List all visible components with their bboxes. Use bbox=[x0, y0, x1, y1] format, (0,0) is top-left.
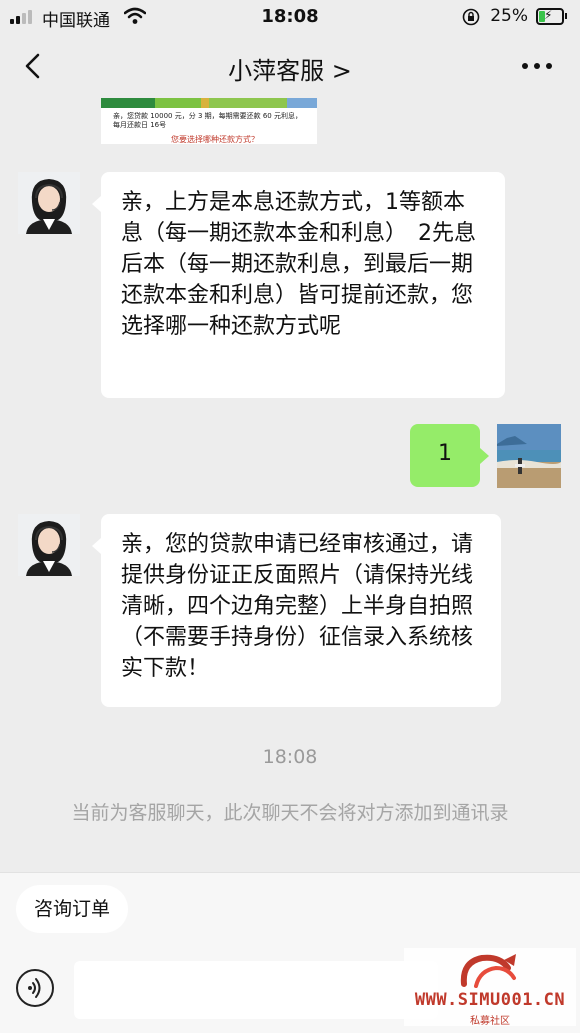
agent-avatar[interactable] bbox=[18, 514, 80, 576]
orientation-lock-icon bbox=[462, 8, 480, 26]
chat-title[interactable]: 小萍客服 > bbox=[0, 51, 580, 86]
battery-icon: ⚡ bbox=[536, 8, 567, 25]
message-bubble-self[interactable]: 1 bbox=[410, 424, 489, 487]
status-bar: 中国联通 18:08 25% ⚡ bbox=[0, 0, 580, 34]
watermark: WWW.SIMU001.CN 私募社区 bbox=[404, 948, 576, 1027]
chat-header: 小萍客服 > bbox=[0, 34, 580, 98]
watermark-logo-icon bbox=[460, 954, 516, 988]
chat-timestamp: 18:08 bbox=[262, 746, 318, 768]
image-question: 您要选择哪种还款方式？ bbox=[171, 135, 259, 144]
message-input[interactable] bbox=[74, 961, 438, 1019]
message-bubble-agent[interactable]: 亲，您的贷款申请已经审核通过，请提供身份证正反面照片（请保持光线清晰，四个边角完… bbox=[92, 514, 501, 707]
watermark-subtext: 私募社区 bbox=[470, 1016, 510, 1027]
voice-icon[interactable] bbox=[16, 969, 54, 1007]
agent-avatar-image bbox=[18, 172, 80, 234]
agent-avatar[interactable] bbox=[18, 172, 80, 234]
message-text: 1 bbox=[438, 441, 452, 466]
message-text: 亲，您的贷款申请已经审核通过，请提供身份证正反面照片（请保持光线清晰，四个边角完… bbox=[121, 532, 474, 681]
image-text: 亲，您贷款 10000 元，分 3 期，每期需要还款 60 元利息， 每月还款日… bbox=[113, 112, 302, 129]
watermark-text: WWW.SIMU001.CN bbox=[414, 990, 566, 1010]
quick-reply-chip[interactable]: 咨询订单 bbox=[16, 885, 129, 933]
message-bubble-agent[interactable]: 亲，上方是本息还款方式，1等额本息（每一期还款本金和利息） 2先息后本（每一期还… bbox=[92, 172, 505, 398]
more-dots-icon[interactable] bbox=[520, 52, 554, 80]
message-text: 亲，上方是本息还款方式，1等额本息（每一期还款本金和利息） 2先息后本（每一期还… bbox=[121, 190, 476, 339]
system-notice: 当前为客服聊天，此次聊天不会将对方添加到通讯录 bbox=[71, 802, 509, 824]
user-avatar-image bbox=[497, 424, 561, 488]
user-avatar[interactable] bbox=[497, 424, 561, 488]
image-message[interactable]: 亲，您贷款 10000 元，分 3 期，每期需要还款 60 元利息， 每月还款日… bbox=[101, 98, 317, 144]
battery-percent: 25% bbox=[490, 6, 528, 26]
agent-avatar-image bbox=[18, 514, 80, 576]
